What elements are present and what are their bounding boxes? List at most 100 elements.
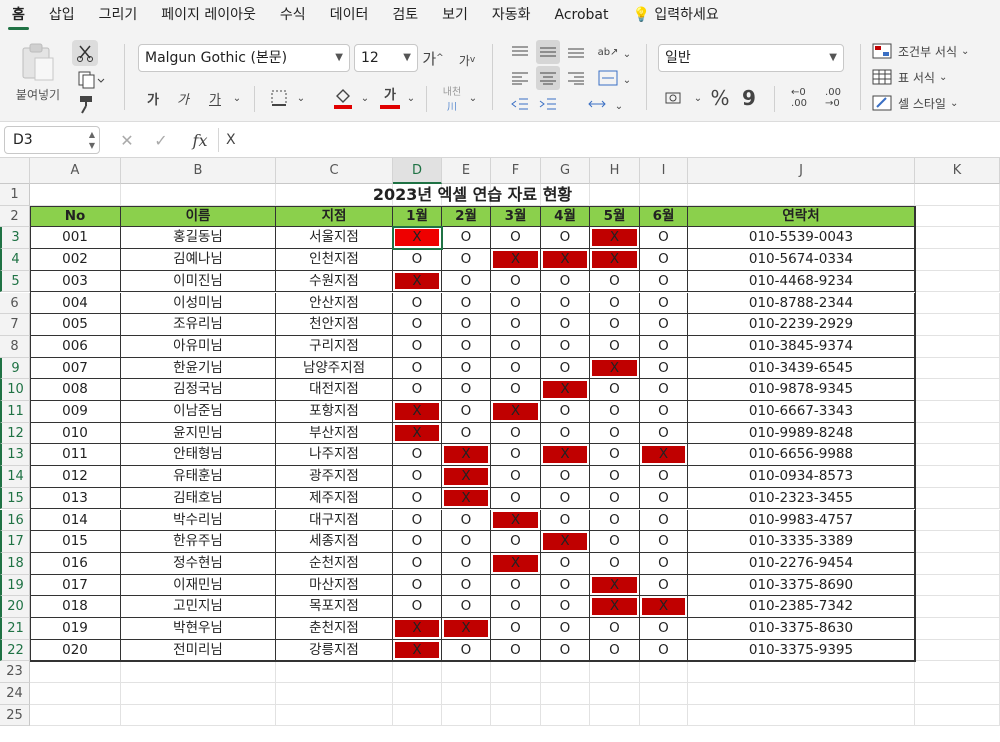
table-cell[interactable]: O xyxy=(640,401,688,423)
table-cell[interactable]: O xyxy=(590,639,640,662)
table-cell[interactable]: O xyxy=(640,422,688,445)
table-cell[interactable]: O xyxy=(541,552,590,575)
table-cell[interactable]: O xyxy=(393,444,442,467)
grid-cell[interactable] xyxy=(393,683,442,705)
row-header-19[interactable]: 19 xyxy=(0,574,30,597)
table-cell[interactable]: 세종지점 xyxy=(276,531,393,553)
grid-cell[interactable] xyxy=(915,184,1000,206)
font-size-select[interactable]: 12 ▼ xyxy=(354,44,418,72)
table-cell[interactable]: O xyxy=(640,552,688,575)
table-cell[interactable]: O xyxy=(590,270,640,293)
table-cell[interactable]: O xyxy=(491,357,541,380)
grid-cell[interactable] xyxy=(915,661,1000,684)
grid-cell[interactable] xyxy=(640,661,688,684)
table-cell[interactable]: X xyxy=(393,618,442,640)
row-header-14[interactable]: 14 xyxy=(0,466,30,488)
grid-cell[interactable] xyxy=(915,704,1000,727)
table-cell[interactable]: 009 xyxy=(30,401,121,423)
grid-cell[interactable] xyxy=(915,227,1000,250)
grid-cell[interactable] xyxy=(915,422,1000,445)
table-cell[interactable]: 안산지점 xyxy=(276,292,393,315)
row-header-13[interactable]: 13 xyxy=(0,444,30,467)
row-header-17[interactable]: 17 xyxy=(0,531,30,553)
table-header-cell[interactable]: 2월 xyxy=(442,205,491,228)
table-cell[interactable]: O xyxy=(393,574,442,597)
table-cell[interactable]: O xyxy=(442,227,491,250)
table-cell[interactable]: O xyxy=(541,574,590,597)
table-cell[interactable]: 목포지점 xyxy=(276,596,393,618)
table-cell[interactable]: O xyxy=(491,618,541,640)
row-header-1[interactable]: 1 xyxy=(0,184,30,206)
table-cell[interactable]: 홍길동님 xyxy=(121,227,276,250)
table-cell[interactable]: O xyxy=(590,531,640,553)
column-header-F[interactable]: F xyxy=(491,158,541,184)
align-left-icon[interactable] xyxy=(508,66,532,90)
table-cell[interactable]: O xyxy=(541,314,590,336)
grid-cell[interactable] xyxy=(915,401,1000,423)
chevron-down-icon[interactable]: ⌄ xyxy=(466,88,480,108)
table-cell[interactable]: O xyxy=(491,574,541,597)
table-cell[interactable]: X xyxy=(491,552,541,575)
row-header-24[interactable]: 24 xyxy=(0,683,30,705)
table-cell[interactable]: O xyxy=(393,379,442,401)
chevron-down-icon[interactable]: ⌄ xyxy=(692,88,704,108)
table-cell[interactable]: O xyxy=(393,292,442,315)
table-cell[interactable]: 010-2239-2929 xyxy=(688,314,915,336)
table-cell[interactable]: O xyxy=(590,552,640,575)
table-cell[interactable]: 019 xyxy=(30,618,121,640)
table-cell[interactable]: 한윤기님 xyxy=(121,357,276,380)
table-cell[interactable]: 015 xyxy=(30,531,121,553)
table-header-cell[interactable]: 6월 xyxy=(640,205,688,228)
column-header-E[interactable]: E xyxy=(442,158,491,184)
table-cell[interactable]: 010-3335-3389 xyxy=(688,531,915,553)
table-cell[interactable]: O xyxy=(590,444,640,467)
table-cell[interactable]: 대전지점 xyxy=(276,379,393,401)
table-cell[interactable]: O xyxy=(590,487,640,510)
align-center-icon[interactable] xyxy=(536,66,560,90)
accounting-format-icon[interactable] xyxy=(662,86,692,110)
table-cell[interactable]: X xyxy=(393,227,442,250)
paste-icon[interactable] xyxy=(14,40,60,84)
grid-cell[interactable] xyxy=(915,466,1000,488)
grid-cell[interactable] xyxy=(640,683,688,705)
grid-cell[interactable] xyxy=(442,661,491,684)
table-cell[interactable]: O xyxy=(393,466,442,488)
table-cell[interactable]: X xyxy=(442,444,491,467)
row-header-8[interactable]: 8 xyxy=(0,335,30,358)
table-cell[interactable]: O xyxy=(442,422,491,445)
align-right-icon[interactable] xyxy=(564,66,588,90)
table-cell[interactable]: 010-9983-4757 xyxy=(688,509,915,532)
conditional-format-button[interactable]: 조건부 서식 ⌄ xyxy=(872,40,992,62)
table-cell[interactable]: X xyxy=(442,487,491,510)
row-header-6[interactable]: 6 xyxy=(0,292,30,315)
table-header-cell[interactable]: 3월 xyxy=(491,205,541,228)
table-cell[interactable]: 010-2385-7342 xyxy=(688,596,915,618)
column-header-H[interactable]: H xyxy=(590,158,640,184)
table-cell[interactable]: O xyxy=(442,292,491,315)
table-cell[interactable]: O xyxy=(590,292,640,315)
table-cell[interactable]: 김태호님 xyxy=(121,487,276,510)
table-cell[interactable]: 춘천지점 xyxy=(276,618,393,640)
grid-cell[interactable] xyxy=(276,683,393,705)
column-header-B[interactable]: B xyxy=(121,158,276,184)
chevron-down-icon[interactable]: ⌄ xyxy=(620,44,634,64)
table-cell[interactable]: 016 xyxy=(30,552,121,575)
table-cell[interactable]: O xyxy=(491,270,541,293)
table-header-cell[interactable]: 지점 xyxy=(276,205,393,228)
table-cell[interactable]: O xyxy=(640,379,688,401)
table-header-cell[interactable]: 1월 xyxy=(393,205,442,228)
chevron-down-icon[interactable]: ⌄ xyxy=(404,88,418,108)
grid-cell[interactable] xyxy=(915,552,1000,575)
copy-icon[interactable] xyxy=(72,68,110,92)
tab-4[interactable]: 수식 xyxy=(268,0,318,32)
table-cell[interactable]: O xyxy=(442,270,491,293)
tab-8[interactable]: 자동화 xyxy=(480,0,543,32)
table-cell[interactable]: 010-3439-6545 xyxy=(688,357,915,380)
grid-cell[interactable] xyxy=(915,487,1000,510)
table-cell[interactable]: 010-6667-3343 xyxy=(688,401,915,423)
table-cell[interactable]: O xyxy=(491,531,541,553)
table-cell[interactable]: O xyxy=(393,314,442,336)
worksheet-grid[interactable]: A B C D E F G H I J K 1 2 3 4 5 6 7 8 9 10 11 12 13 14 15 16 17 18 19… xyxy=(0,158,1000,742)
grid-cell[interactable] xyxy=(915,357,1000,380)
table-cell[interactable]: X xyxy=(491,249,541,271)
